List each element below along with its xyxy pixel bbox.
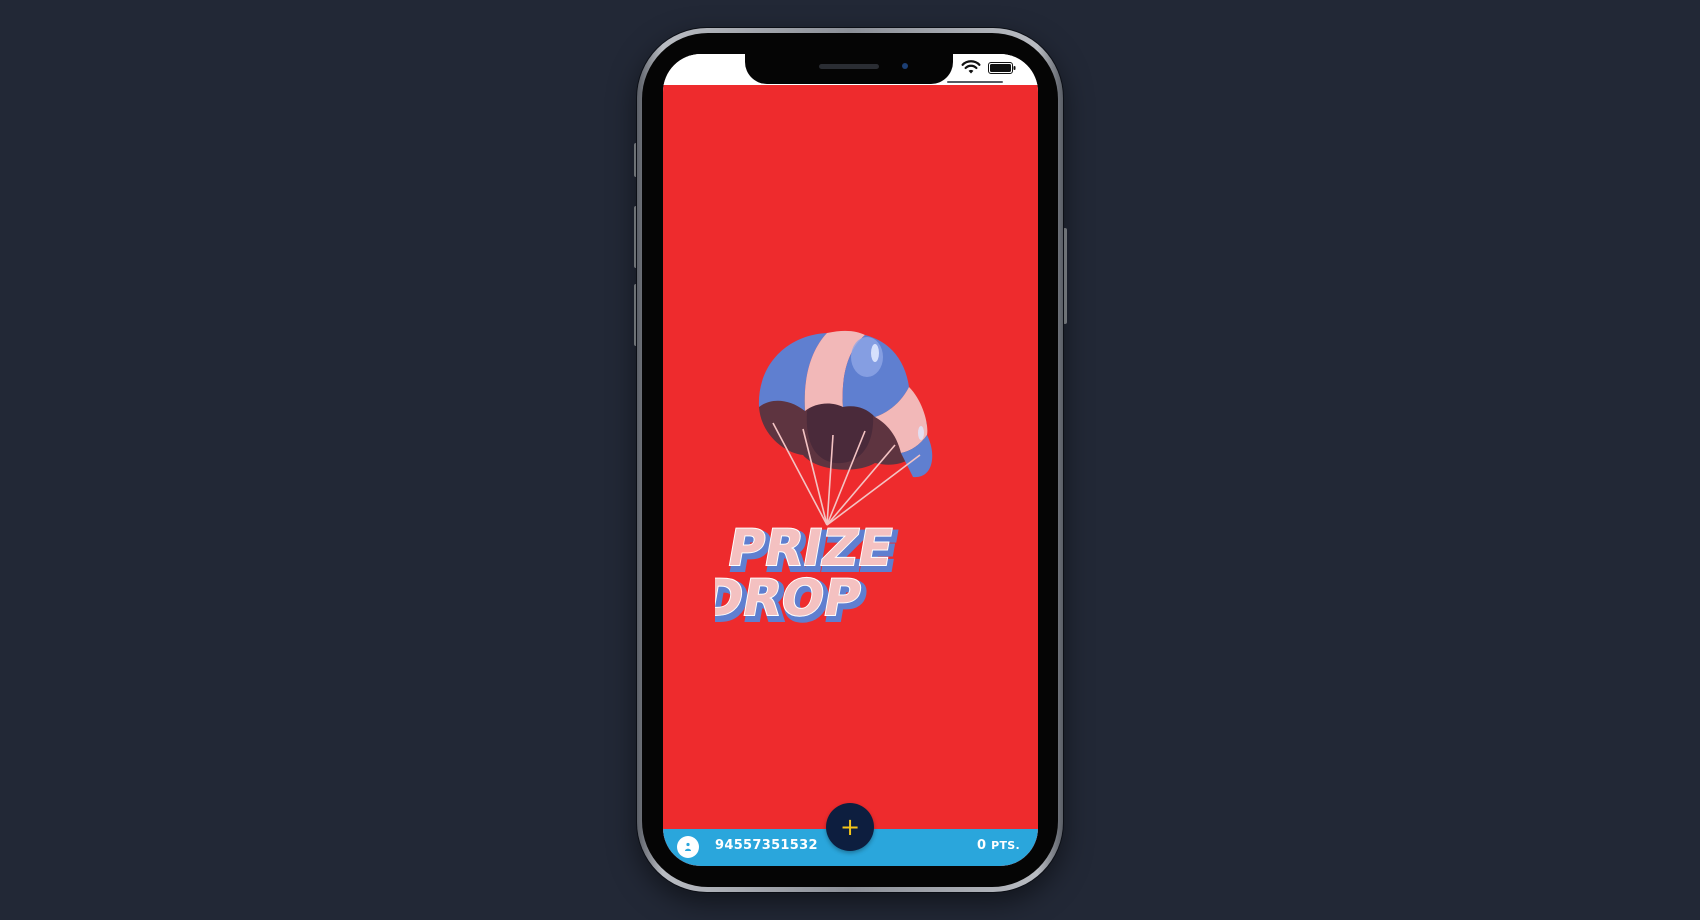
app-body: PRIZE PRIZE DROP DROP xyxy=(663,85,1038,866)
power-button xyxy=(1063,228,1067,324)
status-bar xyxy=(663,54,1038,85)
front-camera xyxy=(902,63,908,69)
speaker xyxy=(819,64,879,69)
plus-icon: + xyxy=(839,813,861,841)
points-value: 0 xyxy=(976,838,987,853)
user-id: 94557351532 xyxy=(715,838,818,853)
points-display: 0 PTS. xyxy=(977,838,1020,853)
wifi-icon xyxy=(961,60,981,74)
prize-drop-wordmark: PRIZE PRIZE DROP DROP xyxy=(715,517,904,634)
user-icon xyxy=(685,842,691,851)
prize-drop-logo: PRIZE PRIZE DROP DROP xyxy=(715,330,933,634)
add-button[interactable]: + xyxy=(826,803,874,851)
avatar[interactable] xyxy=(677,836,699,858)
points-unit: PTS. xyxy=(991,839,1020,852)
notch xyxy=(745,54,953,84)
page-stage: PRIZE PRIZE DROP DROP 94557351532 0 PTS.… xyxy=(0,0,1700,920)
status-underline xyxy=(947,81,1003,83)
parachute-icon xyxy=(758,330,933,526)
battery-icon xyxy=(988,62,1016,74)
phone-screen: PRIZE PRIZE DROP DROP 94557351532 0 PTS.… xyxy=(663,54,1038,866)
logo-text-drop: DROP xyxy=(715,568,866,627)
